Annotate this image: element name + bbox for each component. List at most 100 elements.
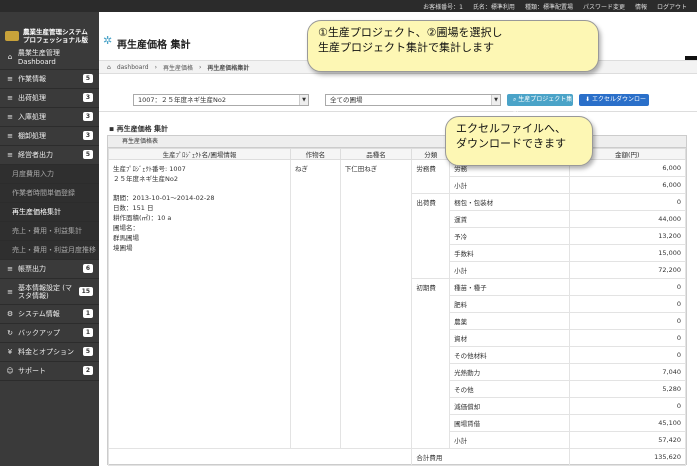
crop-cell: ねぎ [289,159,341,449]
item-cell: 梱包・包装材 [449,193,570,211]
item-cell: その他 [449,380,570,398]
top-nav: お客様番号：1 氏名：標準利用 種類：標準配置場 パスワード変更 情報 ログアウ… [423,2,687,11]
sidebar-item-master-settings[interactable]: ≡ 基本情報設定 (マスタ情報) 15 [0,279,99,305]
list-icon: ≡ [7,75,13,83]
app-title-line2: プロフェッショナル版 [23,36,88,44]
col-crop: 作物名 [289,148,341,160]
sidebar-item-shipping[interactable]: ≡ 出荷処理 3 [0,89,99,108]
gear-icon: ⚙ [6,310,14,318]
item-cell: 運賃 [449,210,570,228]
project-select[interactable]: 1007：２５年度ネギ生産No2 ▼ [133,94,309,106]
info-menu[interactable]: 情報 [635,2,647,11]
list-icon: ≡ [7,287,13,296]
amount-cell: 6,000 [568,176,686,194]
item-cell: 小計 [449,261,570,279]
price-table-panel: 再生産価格表 生産ﾌﾟﾛｼﾞｪｸﾄ名/圃場情報 作物名 品種名 分類 金額(円)… [107,135,687,466]
item-cell: 小計 [449,176,570,194]
app-title-line1: 農業生産管理システム [23,28,88,36]
amount-cell: 5,280 [568,380,686,398]
amount-cell: 57,420 [568,431,686,449]
project-info-line: 境圃場 [113,244,133,252]
home-icon: ⌂ [107,63,111,71]
amount-cell: 0 [568,329,686,347]
item-cell: 圃場賃借 [449,414,570,432]
password-change-link[interactable]: パスワード変更 [583,2,625,11]
item-cell: 資材 [449,329,570,347]
backup-icon: ↻ [7,329,13,337]
list-icon: ≡ [7,94,13,102]
amount-cell: 0 [568,193,686,211]
user-icon: ☺ [6,367,14,375]
item-cell: 肥料 [449,295,570,313]
amount-cell: 13,200 [568,227,686,245]
recycle-icon: ✲ [103,34,113,47]
amount-cell: 0 [568,346,686,364]
price-table: 生産ﾌﾟﾛｼﾞｪｸﾄ名/圃場情報 作物名 品種名 分類 金額(円) 生産ﾌﾟﾛｼ… [107,148,686,466]
total-amount: 135,620 [568,448,686,466]
project-info-line [113,183,286,192]
sidebar-item-system-info[interactable]: ⚙ システム情報 1 [0,305,99,324]
category-cell: 初期費 [411,278,451,449]
excel-download-button[interactable]: ⬇ エクセルダウンロード [579,94,649,115]
col-category: 分類 [411,148,451,160]
item-cell: 種苗・種子 [449,278,570,296]
project-info-line: ２５年度ネギ生産No2 [113,175,178,183]
callout-select-guide: ①生産プロジェクト、②圃場を選択し 生産プロジェクト集計で集計します [307,20,599,72]
amount-cell: 7,040 [568,363,686,381]
sidebar-subitem-sales-summary[interactable]: 売上・費用・利益集計 [0,222,99,241]
user-name: 氏名：標準利用 [472,4,515,11]
logout-link[interactable]: ログアウト [657,2,687,11]
sidebar-subitem-sales-trend[interactable]: 売上・費用・利益月度推移 [0,241,99,260]
breadcrumb-reproduction-price[interactable]: 再生産価格 [163,63,193,72]
aggregate-button[interactable]: ⌕ 生産プロジェクト集計 [507,94,573,115]
sidebar-item-receiving[interactable]: ≡ 入庫処理 3 [0,108,99,127]
project-info-line: 群馬圃場 [113,234,139,242]
cart-icon: ¥ [7,348,13,356]
project-info-line: 耕作面積(㎡)：10 a [113,214,172,222]
sidebar-item-reports[interactable]: ≡ 帳票出力 6 [0,260,99,279]
sidebar-subitem-hourly-rate[interactable]: 作業者時間単価登録 [0,184,99,203]
project-info-line: 日数：151 日 [113,204,154,212]
amount-cell: 45,100 [568,414,686,432]
filter-bar: 1007：２５年度ネギ生産No2 ▼ 全ての圃場 ▼ ⌕ 生産プロジェクト集計 ⬇ … [99,84,697,115]
sidebar-subitem-monthly-cost[interactable]: 月度費用入力 [0,165,99,184]
main-content: ✲ 再生産価格 集計 ⌂ dashboard › 再生産価格 › 再生産価格集計 1… [99,12,697,466]
project-info-cell: 生産ﾌﾟﾛｼﾞｪｸﾄ番号: 1007 ２５年度ネギ生産No2 期間：2013-10-… [108,159,291,449]
amount-cell: 0 [568,312,686,330]
item-cell: その他材料 [449,346,570,364]
category-cell: 出荷費 [411,193,451,279]
item-cell: 減価償却 [449,397,570,415]
breadcrumb-dashboard[interactable]: dashboard [117,64,149,71]
amount-cell: 0 [568,397,686,415]
top-bar: お客様番号：1 氏名：標準利用 種類：標準配置場 パスワード変更 情報 ログアウ… [0,0,697,12]
sidebar-item-inventory[interactable]: ≡ 棚卸処理 3 [0,127,99,146]
sidebar-item-management-output[interactable]: ≡ 経営者出力 5 [0,146,99,165]
variety-cell: 下仁田ねぎ [339,159,413,449]
item-cell: 光熱動力 [449,363,570,381]
item-cell: 手数料 [449,244,570,262]
sidebar-item-pricing[interactable]: ¥ 料金とオプション 5 [0,343,99,362]
col-project: 生産ﾌﾟﾛｼﾞｪｸﾄ名/圃場情報 [108,148,291,160]
logo-icon [5,31,19,41]
breadcrumb-current: 再生産価格集計 [207,64,250,72]
project-info-line: 圃場名： [113,224,139,232]
amount-cell: 15,000 [568,244,686,262]
sidebar-subitem-reproduction-price[interactable]: 再生産価格集計 [0,203,99,222]
field-select[interactable]: 全ての圃場 ▼ [325,94,501,106]
col-variety: 品種名 [339,148,413,160]
amount-cell: 44,000 [568,210,686,228]
user-type: 種類：標準配置場 [524,4,573,11]
section-title: ◾ 再生産価格 集計 [109,125,169,133]
amount-cell: 0 [568,295,686,313]
sidebar-item-support[interactable]: ☺ サポート 2 [0,362,99,381]
list-icon: ≡ [7,113,13,121]
list-icon: ≡ [7,265,13,273]
list-icon: ≡ [7,151,13,159]
panel-title: 再生産価格表 [108,136,686,148]
sidebar: 農業生産管理システム プロフェッショナル版 ⌂ 農業生産管理 Dashboard … [0,12,99,466]
sidebar-item-backup[interactable]: ↻ バックアップ 1 [0,324,99,343]
chevron-down-icon: ▼ [491,95,500,105]
sidebar-item-work-info[interactable]: ≡ 作業情報 5 [0,70,99,89]
sidebar-item-dashboard[interactable]: ⌂ 農業生産管理 Dashboard [0,44,99,70]
chevron-down-icon: ▼ [299,95,308,105]
